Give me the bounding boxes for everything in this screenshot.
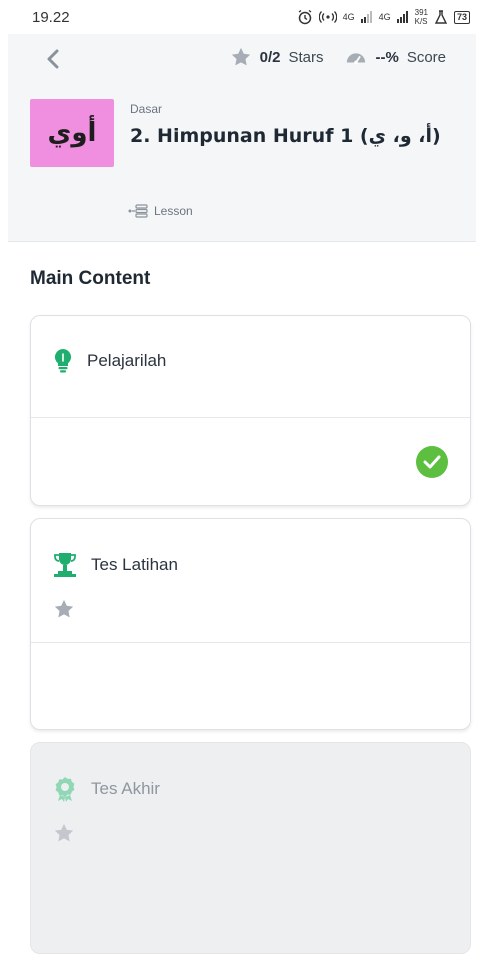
stars-label: Stars: [288, 48, 324, 66]
card-header: Tes Akhir: [31, 776, 182, 802]
star-icon: [231, 47, 250, 66]
lesson-stats: 0/2 Stars --% Score: [230, 46, 446, 68]
back-button[interactable]: [42, 46, 64, 72]
card-header: Tes Latihan: [31, 552, 200, 578]
trophy-icon: [54, 553, 76, 577]
card-header: Pelajarilah: [31, 348, 188, 374]
section-title: Main Content: [30, 268, 151, 289]
chevron-left-icon: [47, 49, 59, 69]
card-title: Tes Akhir: [91, 779, 160, 798]
score-label: Score: [406, 48, 446, 66]
lesson-level: Dasar: [130, 102, 163, 116]
stars-stat: 0/2 Stars: [230, 46, 324, 68]
score-value: --%: [375, 48, 399, 66]
lightbulb-icon: [54, 348, 72, 373]
content-card-pelajarilah[interactable]: Pelajarilah: [30, 315, 471, 506]
network-label-2: 4G: [378, 12, 391, 22]
score-stat: --% Score: [345, 47, 446, 67]
status-time: 19.22: [32, 8, 70, 26]
card-stars: [53, 822, 75, 849]
hotspot-icon: [318, 11, 337, 23]
lesson-type-tag: Lesson: [128, 204, 193, 218]
signal-icon: [360, 11, 372, 23]
flask-icon: [434, 10, 448, 24]
alarm-icon: [298, 9, 312, 25]
content-card-tes-akhir: Tes Akhir: [30, 742, 471, 954]
completed-check-icon: [416, 446, 448, 478]
list-tree-icon: [128, 204, 148, 218]
network-speed: 391 K/S: [414, 8, 428, 26]
lesson-thumbnail: أوي: [30, 99, 114, 167]
star-icon: [54, 599, 74, 618]
lesson-type-label: Lesson: [154, 204, 193, 218]
lesson-header: 0/2 Stars --% Score أوي Dasar 2. Himpuna…: [8, 34, 476, 242]
signal-icon: [396, 11, 408, 23]
card-title: Tes Latihan: [91, 555, 178, 574]
card-divider: [31, 642, 470, 643]
speedometer-icon: [347, 53, 366, 65]
award-badge-icon: [55, 777, 75, 802]
card-title: Pelajarilah: [87, 351, 167, 370]
card-stars: [53, 598, 75, 625]
battery-indicator: 73: [453, 10, 470, 24]
network-label-1: 4G: [342, 12, 355, 22]
status-bar: 19.22 4G 4G 391 K/S 73: [0, 0, 484, 34]
stars-value: 0/2: [259, 48, 281, 66]
content-card-tes-latihan[interactable]: Tes Latihan: [30, 518, 471, 730]
lesson-title: 2. Himpunan Huruf 1 (أ، و، ي): [130, 125, 441, 147]
star-icon: [54, 823, 74, 842]
status-icons: 4G 4G 391 K/S 73: [297, 8, 470, 26]
card-divider: [31, 417, 470, 418]
